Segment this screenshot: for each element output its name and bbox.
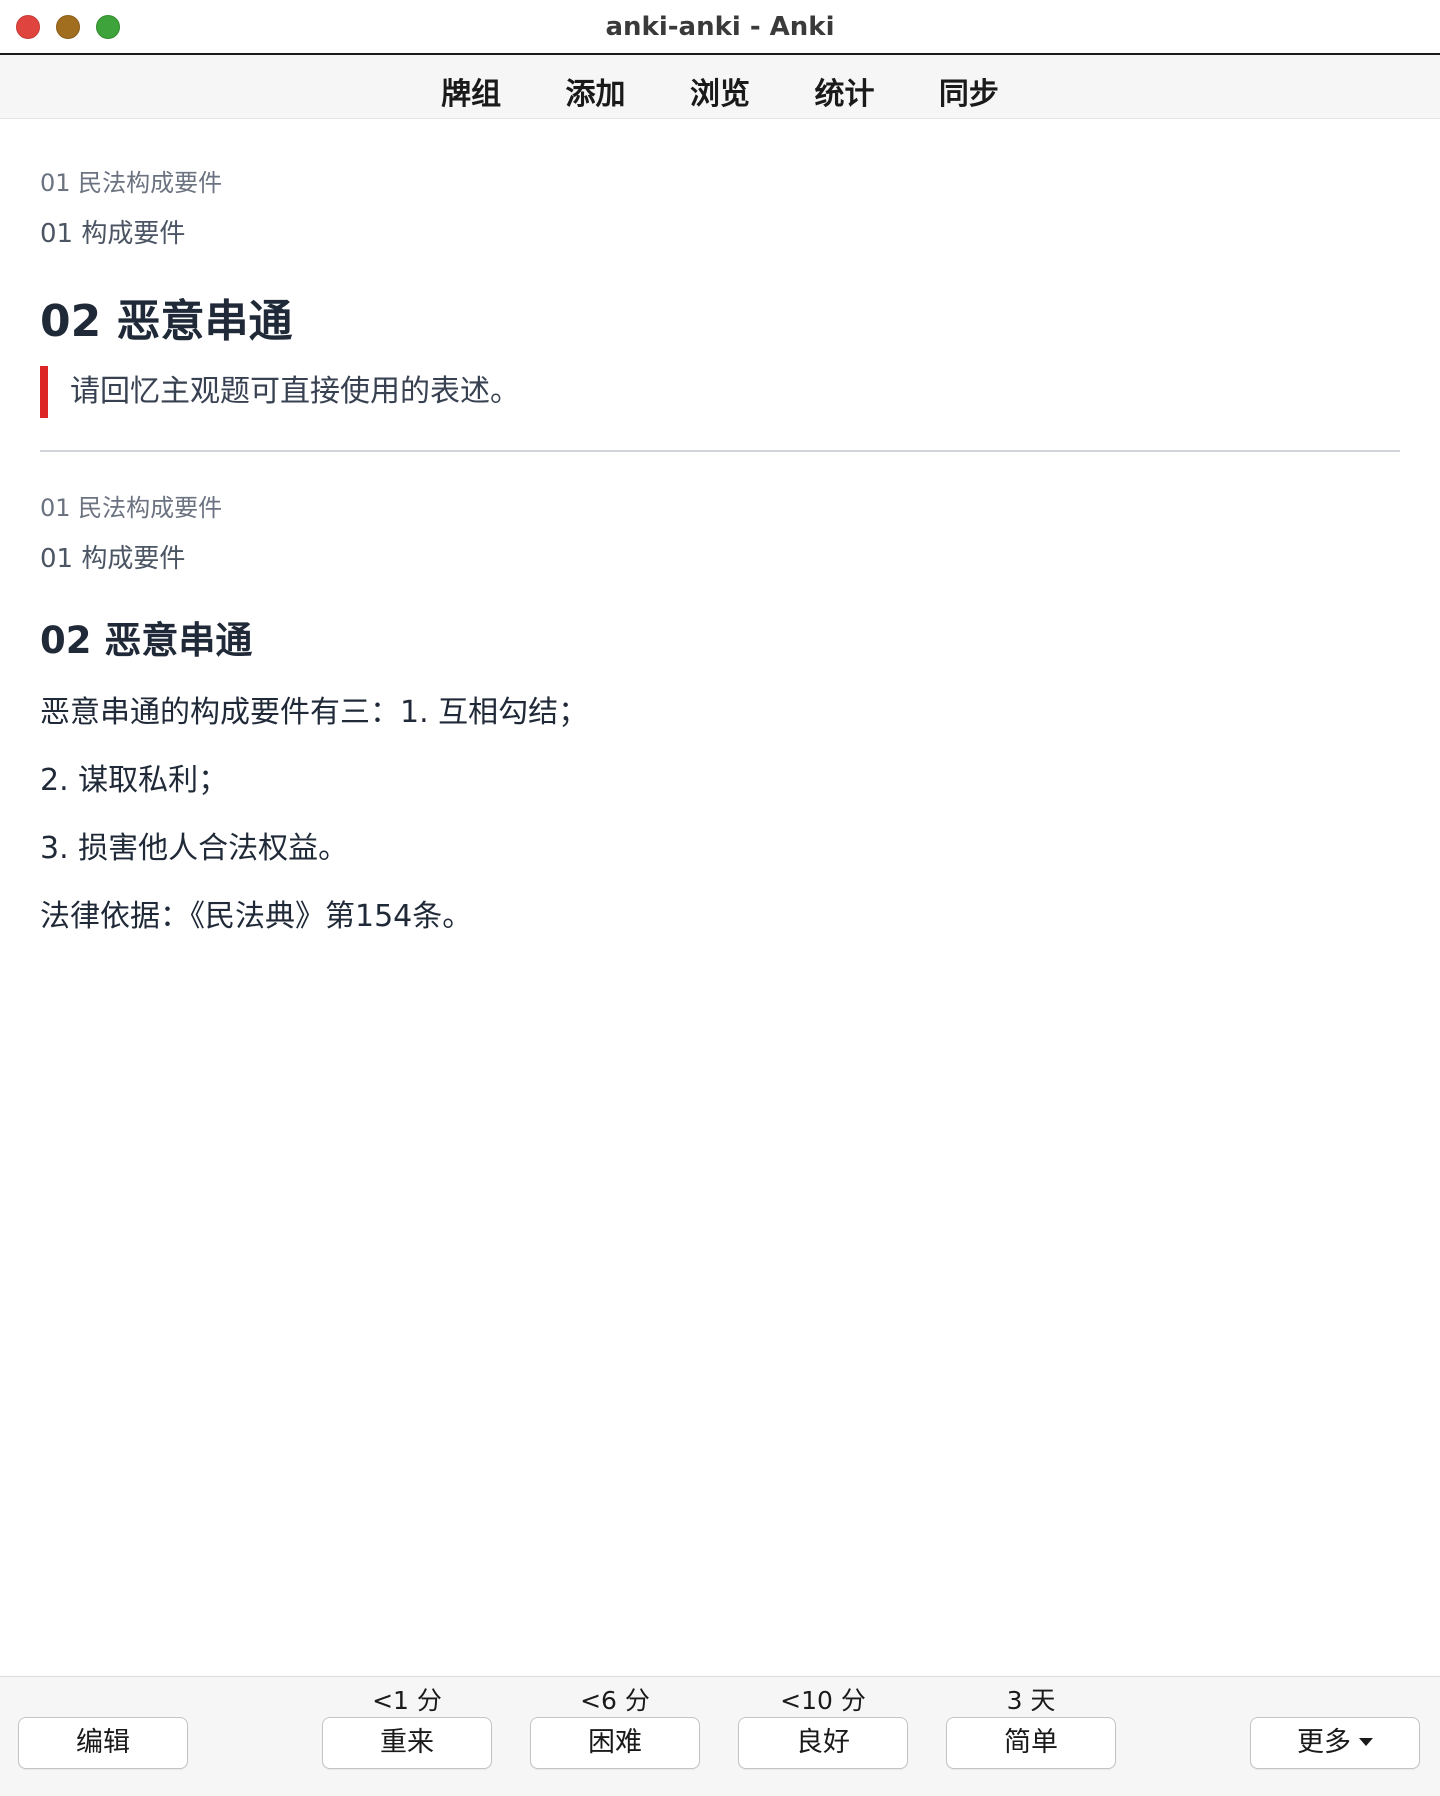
- toolbar-add-link[interactable]: 添加: [566, 69, 626, 113]
- toolbar-decks-link[interactable]: 牌组: [441, 69, 501, 113]
- edit-button[interactable]: 编辑: [18, 1717, 188, 1769]
- more-button[interactable]: 更多: [1250, 1717, 1420, 1769]
- answer-bar: 编辑 <1 分 重来 <6 分 困难 <10 分 良好 3 天 简单 更多: [0, 1676, 1440, 1796]
- good-interval: <10 分: [780, 1686, 866, 1715]
- toolbar-stats-link[interactable]: 统计: [814, 69, 874, 113]
- back-title: 02 恶意串通: [40, 619, 253, 662]
- answer-line: 恶意串通的构成要件有三：1. 互相勾结；: [40, 695, 589, 730]
- front-prompt: 请回忆主观题可直接使用的表述。: [40, 366, 520, 418]
- title-bar: anki-anki - Anki: [0, 0, 1440, 55]
- answer-line: 法律依据：《民法典》第154条。: [40, 899, 473, 934]
- front-title: 02 恶意串通: [40, 296, 293, 347]
- toolbar-items: 牌组 添加 浏览 统计 同步: [0, 69, 1440, 113]
- back-subdeck: 01 构成要件: [40, 544, 186, 574]
- main-toolbar: 牌组 添加 浏览 统计 同步: [0, 55, 1440, 119]
- good-button[interactable]: 良好: [738, 1717, 908, 1769]
- answer-line: 3. 损害他人合法权益。: [40, 831, 349, 866]
- front-subdeck: 01 构成要件: [40, 219, 186, 249]
- anki-window: anki-anki - Anki 牌组 添加 浏览 统计 同步 01 民法构成要…: [0, 0, 1440, 1796]
- answer-divider: [40, 450, 1400, 452]
- chevron-down-icon: [1359, 1737, 1373, 1746]
- window-title: anki-anki - Anki: [605, 12, 835, 42]
- answer-line: 2. 谋取私利；: [40, 763, 229, 798]
- easy-interval: 3 天: [1006, 1686, 1056, 1715]
- more-button-label: 更多: [1297, 1727, 1351, 1758]
- easy-button[interactable]: 简单: [946, 1717, 1116, 1769]
- front-deck-path: 01 民法构成要件: [40, 169, 223, 197]
- hard-interval: <6 分: [580, 1686, 650, 1715]
- toolbar-browse-link[interactable]: 浏览: [690, 69, 750, 113]
- back-deck-path: 01 民法构成要件: [40, 494, 223, 522]
- hard-button[interactable]: 困难: [530, 1717, 700, 1769]
- again-button[interactable]: 重来: [322, 1717, 492, 1769]
- toolbar-sync-link[interactable]: 同步: [939, 69, 999, 113]
- again-interval: <1 分: [372, 1686, 442, 1715]
